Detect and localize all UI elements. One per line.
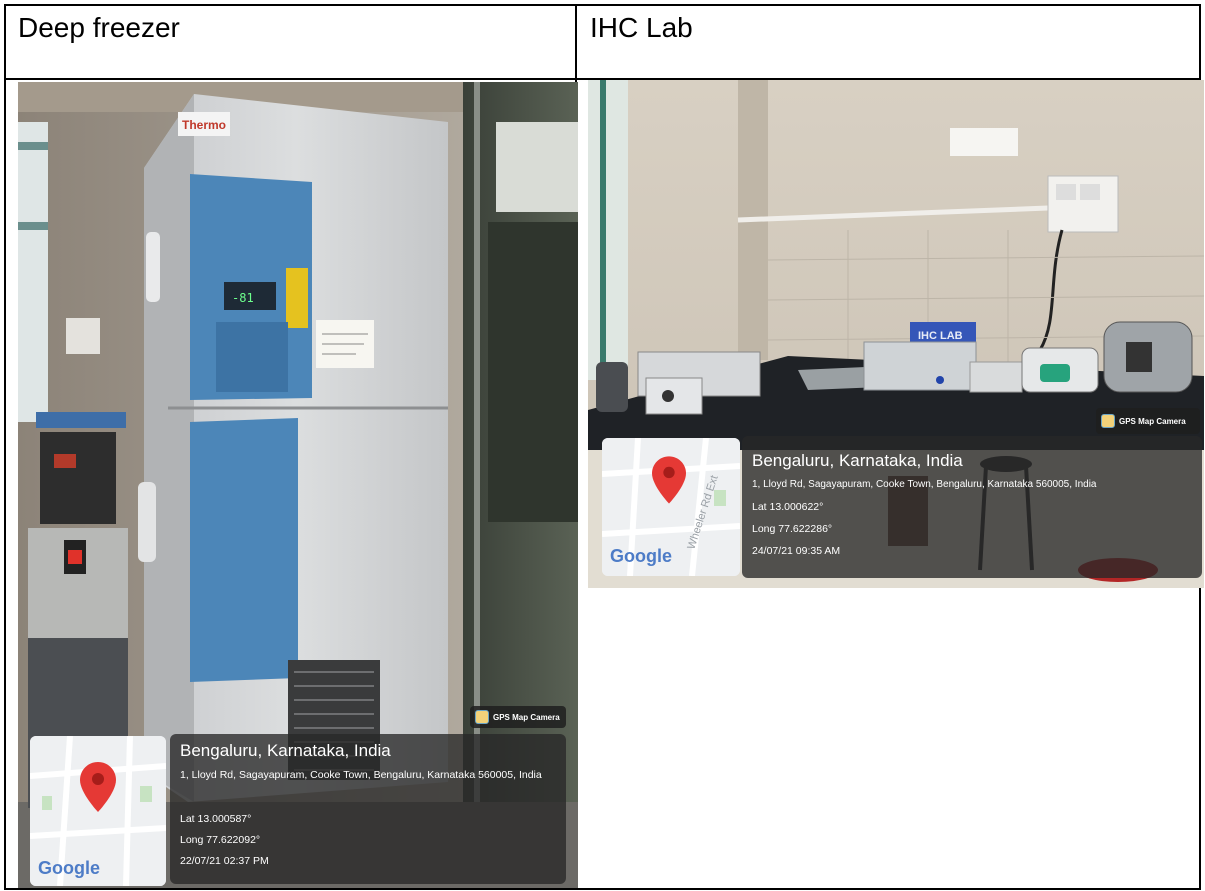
header-ihc-lab: IHC Lab [590, 12, 693, 43]
location-latitude: Lat 13.000587° [180, 813, 252, 825]
document-table: Deep freezer IHC Lab Thermo -81 GPS Map … [0, 0, 1205, 891]
ihc-lab-photo: IHC LAB GPS Map Camera Wheeler Rd Ext Go… [588, 80, 1204, 588]
freezer-brand-label: Thermo [182, 118, 226, 132]
location-city: Bengaluru, Karnataka, India [180, 741, 391, 760]
google-logo: Google [610, 546, 672, 566]
location-timestamp: 24/07/21 09:35 AM [752, 545, 841, 557]
gps-map-camera-badge: GPS Map Camera [470, 706, 566, 728]
map-pin-icon [80, 762, 116, 812]
badge-label: GPS Map Camera [1119, 416, 1186, 426]
table-border-top [4, 4, 1201, 6]
header-deep-freezer: Deep freezer [18, 12, 180, 43]
location-latitude: Lat 13.000622° [752, 501, 824, 513]
badge-label: GPS Map Camera [493, 712, 560, 722]
location-info-panel: Bengaluru, Karnataka, India 1, Lloyd Rd,… [170, 734, 566, 884]
location-map-thumbnail: Wheeler Rd Ext Google [602, 438, 740, 576]
freezer-display-reading: -81 [232, 291, 254, 305]
location-longitude: Long 77.622092° [180, 834, 261, 846]
location-map-thumbnail: Google [30, 736, 166, 886]
location-city: Bengaluru, Karnataka, India [752, 451, 963, 470]
ihc-lab-sign: IHC LAB [918, 330, 963, 342]
google-logo: Google [38, 858, 100, 878]
table-border-left [4, 4, 6, 890]
table-border-bottom [4, 888, 1201, 890]
map-pin-icon [652, 456, 686, 504]
deep-freezer-photo: Thermo -81 GPS Map Camera Google Bengalu… [18, 82, 578, 888]
camera-app-icon [1101, 414, 1115, 428]
location-address: 1, Lloyd Rd, Sagayapuram, Cooke Town, Be… [180, 769, 542, 781]
gps-map-camera-badge: GPS Map Camera [1096, 408, 1200, 434]
location-longitude: Long 77.622286° [752, 523, 833, 535]
location-timestamp: 22/07/21 02:37 PM [180, 855, 269, 867]
camera-app-icon [475, 710, 489, 724]
location-address: 1, Lloyd Rd, Sagayapuram, Cooke Town, Be… [752, 479, 1097, 490]
location-info-panel: Bengaluru, Karnataka, India 1, Lloyd Rd,… [742, 436, 1202, 578]
